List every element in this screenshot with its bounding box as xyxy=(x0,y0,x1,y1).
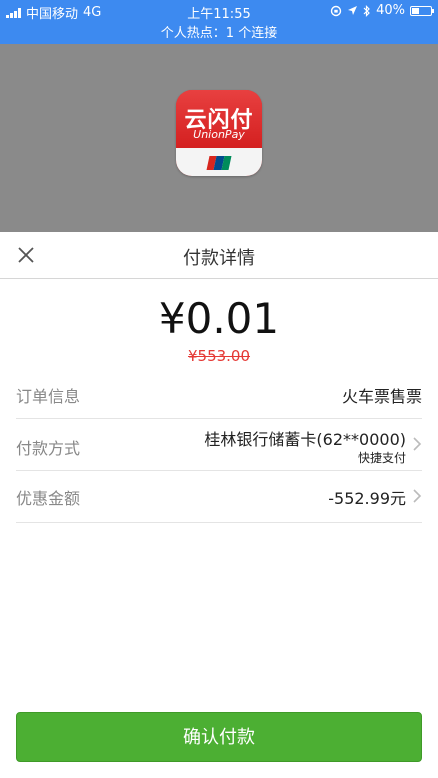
rotation-lock-icon xyxy=(330,5,342,16)
battery-percent: 40% xyxy=(376,3,405,18)
order-info-label: 订单信息 xyxy=(16,387,81,406)
payment-sheet: 付款详情 ¥0.01 ¥553.00 订单信息 火车票售票 付款方式 桂林银行储… xyxy=(0,232,438,778)
payment-amount: ¥0.01 xyxy=(158,294,280,343)
chevron-right-icon xyxy=(413,437,422,451)
unionpay-logo-icon xyxy=(206,156,232,170)
sheet-header: 付款详情 xyxy=(0,232,438,279)
app-name-en: UnionPay xyxy=(193,128,245,141)
hotspot-banner[interactable]: 个人热点：1 个连接 xyxy=(0,22,438,41)
discount-value: -552.99元 xyxy=(328,489,406,508)
location-icon xyxy=(348,6,358,15)
status-right: 40% xyxy=(330,3,434,18)
payment-method-row[interactable]: 付款方式 桂林银行储蓄卡(62**0000) 快捷支付 xyxy=(16,418,422,471)
payment-method-sub: 快捷支付 xyxy=(357,451,406,465)
bluetooth-icon xyxy=(363,4,370,17)
order-info-value: 火车票售票 xyxy=(341,387,422,406)
background-overlay: 云闪付 UnionPay xyxy=(0,44,438,232)
confirm-payment-button[interactable]: 确认付款 xyxy=(16,712,422,762)
status-bar: 中国移动 4G 上午11:55 40% 个人热点：1 个连接 xyxy=(0,0,438,44)
chevron-right-icon xyxy=(413,489,422,503)
discount-row[interactable]: 优惠金额 -552.99元 xyxy=(16,470,422,523)
payment-method-label: 付款方式 xyxy=(16,439,81,458)
battery-icon xyxy=(410,5,434,16)
payment-method-value: 桂林银行储蓄卡(62**0000) xyxy=(204,430,406,449)
order-info-row: 订单信息 火车票售票 xyxy=(16,370,422,419)
original-amount: ¥553.00 xyxy=(187,347,251,365)
discount-label: 优惠金额 xyxy=(16,489,81,508)
unionpay-app-icon: 云闪付 UnionPay xyxy=(176,90,262,176)
sheet-title: 付款详情 xyxy=(183,248,255,269)
